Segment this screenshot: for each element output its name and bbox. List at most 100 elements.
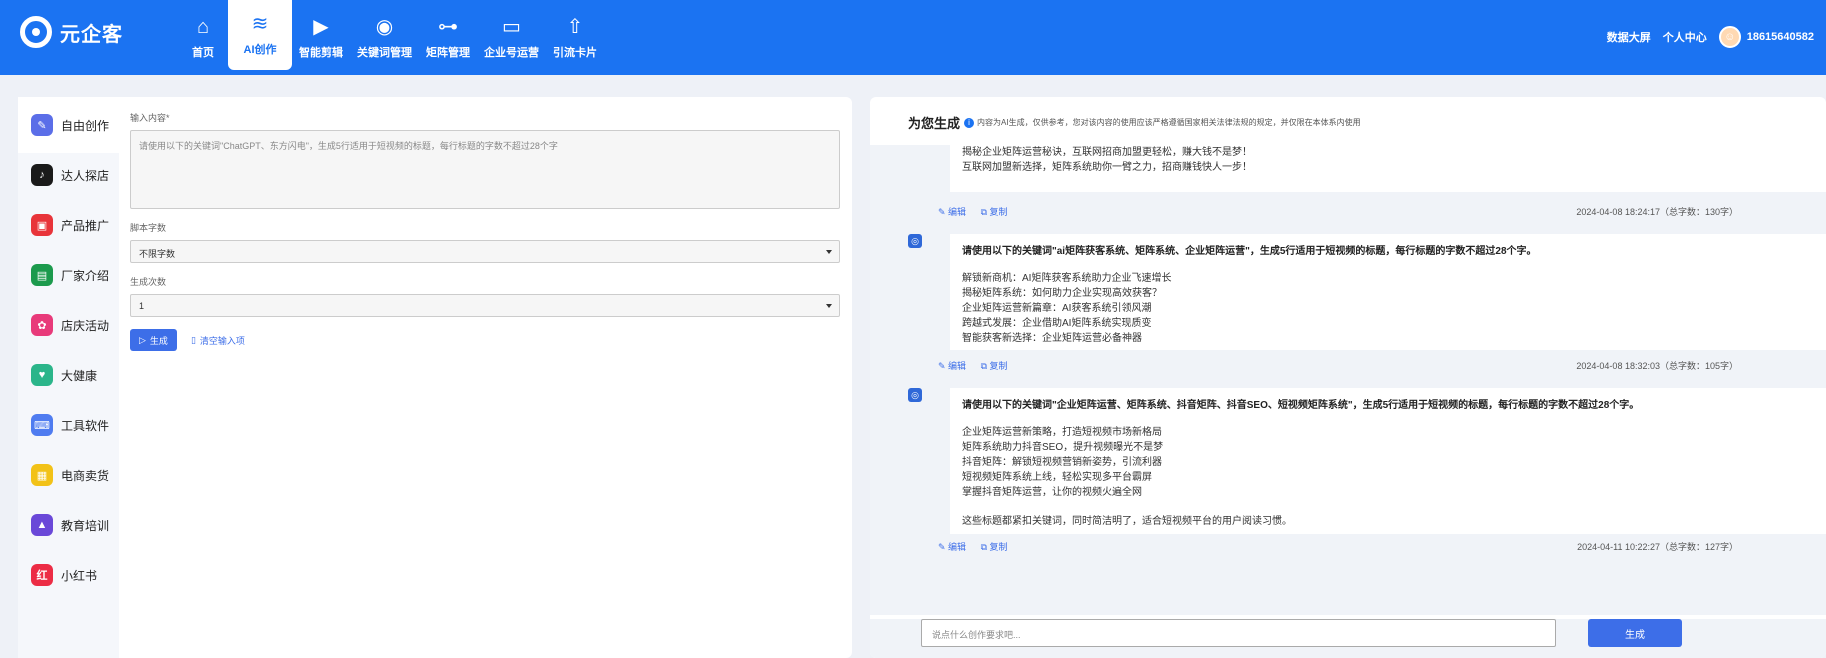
sidebar-item-xiaohongshu[interactable]: 红小红书 [18, 547, 119, 603]
send-icon: ▷ [139, 334, 146, 345]
sidebar-item-influencer[interactable]: ♪ 达人探店 [18, 147, 119, 203]
info-icon: i [964, 117, 975, 128]
edit-button[interactable]: ✎ 编辑 [938, 207, 966, 217]
results-title: 为您生成 [908, 116, 961, 131]
nav-label: 企业号运营 [484, 46, 539, 59]
personal-center-link[interactable]: 个人中心 [1663, 29, 1707, 45]
result-timestamp: 2024-04-08 18:24:17（总字数：130字） [1576, 207, 1738, 217]
sidebar-item-label: 电商卖货 [61, 468, 110, 483]
nav-item-traffic-cards[interactable]: ⇧ 引流卡片 [546, 0, 604, 75]
result-summary: 这些标题都紧扣关键词，同时简洁明了，适合短视频平台的用户阅读习惯。 [962, 516, 1292, 527]
sidebar-item-label: 教育培训 [61, 518, 110, 533]
nav-item-keywords[interactable]: ◉ 关键词管理 [350, 0, 419, 75]
results-panel: 为您生成 i 内容为AI生成，仅供参考，您对该内容的使用应该严格遵循国家相关法律… [870, 97, 1826, 658]
layers-icon: ≋ [251, 13, 269, 35]
brand-logo[interactable]: 元企客 [20, 16, 123, 48]
sidebar-item-label: 店庆活动 [61, 318, 110, 333]
result-line: 企业矩阵运营新策略，打造短视频市场新格局 [962, 427, 1162, 438]
top-right-menu: 数据大屏 个人中心 ☺ 18615640582 [1607, 26, 1826, 48]
result-card: 揭秘企业矩阵运营秘诀，互联网招商加盟更轻松，赚大钱不是梦！ 互联网加盟新选择，矩… [950, 137, 1826, 192]
content-input[interactable]: 请使用以下的关键词"ChatGPT、东方闪电"，生成5行适用于短视频的标题，每行… [130, 130, 840, 209]
trash-icon: ▯ [190, 334, 196, 345]
result-line: 矩阵系统助力抖音SEO，提升视频曝光不是梦 [962, 442, 1164, 453]
sidebar-item-label: 厂家介绍 [61, 268, 110, 283]
script-length-select[interactable]: 不限字数 [130, 240, 840, 263]
nav-item-matrix[interactable]: ⊶ 矩阵管理 [419, 0, 477, 75]
nav-item-smart-edit[interactable]: ▶ 智能剪辑 [292, 0, 350, 75]
nav-label: 引流卡片 [553, 46, 597, 59]
pencil-icon: ✎ [31, 114, 53, 136]
result-meta: ✎ 编辑 ⧉ 复制 2024-04-11 10:22:27（总字数：127字） [938, 540, 1738, 554]
results-disclaimer: 内容为AI生成，仅供参考，您对该内容的使用应该严格遵循国家相关法律法规的规定，并… [977, 118, 1361, 127]
result-question: 请使用以下的关键词"企业矩阵运营、矩阵系统、抖音矩阵、抖音SEO、短视频矩阵系统… [962, 400, 1640, 411]
nav-label: 关键词管理 [357, 46, 412, 59]
sidebar-item-anniversary[interactable]: ✿ 店庆活动 [18, 297, 119, 353]
create-panel: ✎ 自由创作 ♪ 达人探店 ▣ 产品推广 ▤ 厂家介绍 ✿ 店庆活动 ♥ 大健康 ⌨ 工具软件… [18, 97, 852, 658]
clear-inputs-label: 清空输入项 [199, 335, 245, 346]
upload-icon: ⇧ [566, 15, 584, 38]
nav-label: 矩阵管理 [426, 46, 470, 59]
sidebar-item-health[interactable]: ♥ 大健康 [18, 347, 119, 403]
avatar[interactable]: ☺ [1718, 26, 1741, 48]
generate-count-select[interactable]: 1 [130, 294, 840, 317]
chat-input-bar: 说点什么创作要求吧... 生成 [870, 619, 1826, 658]
code-icon: ⌨ [31, 414, 53, 436]
sidebar-item-education[interactable]: ▲ 教育培训 [18, 497, 119, 553]
sidebar-item-factory[interactable]: ▤ 厂家介绍 [18, 247, 119, 303]
result-meta: ✎ 编辑 ⧉ 复制 2024-04-08 18:24:17（总字数：130字） [938, 205, 1738, 219]
result-line: 掌握抖音矩阵运营，让你的视频火遍全网 [962, 487, 1142, 498]
script-length-label: 脚本字数 [130, 223, 167, 233]
sidebar-item-label: 产品推广 [61, 218, 110, 233]
sidebar-item-software[interactable]: ⌨ 工具软件 [18, 397, 119, 453]
sidebar-item-ecommerce[interactable]: ▦ 电商卖货 [18, 447, 119, 503]
category-sidebar: ✎ 自由创作 ♪ 达人探店 ▣ 产品推广 ▤ 厂家介绍 ✿ 店庆活动 ♥ 大健康 ⌨ 工具软件… [18, 97, 119, 658]
brand-name: 元企客 [60, 23, 123, 46]
result-line: 揭秘企业矩阵运营秘诀，互联网招商加盟更轻松，赚大钱不是梦！ [962, 147, 1252, 158]
result-timestamp: 2024-04-11 10:22:27（总字数：127字） [1577, 542, 1738, 552]
generate-button[interactable]: ▷ 生成 [130, 329, 177, 351]
graduation-cap-icon: ▲ [31, 514, 53, 536]
gift-icon: ✿ [31, 314, 53, 336]
copy-button[interactable]: ⧉ 复制 [981, 542, 1008, 552]
user-phone[interactable]: 18615640582 [1747, 31, 1814, 43]
edit-button[interactable]: ✎ 编辑 [938, 361, 966, 371]
edit-button[interactable]: ✎ 编辑 [938, 542, 966, 552]
sidebar-item-product[interactable]: ▣ 产品推广 [18, 197, 119, 253]
nav-item-enterprise-ops[interactable]: ▭ 企业号运营 [477, 0, 546, 75]
nav-label: 首页 [192, 46, 214, 59]
chat-input[interactable]: 说点什么创作要求吧... [921, 619, 1556, 647]
nav-item-home[interactable]: ⌂ 首页 [178, 0, 228, 75]
generate-button-label: 生成 [149, 335, 168, 346]
result-line: 解锁新商机：AI矩阵获客系统助力企业飞速增长 [962, 273, 1172, 284]
xiaohongshu-icon: 红 [31, 564, 53, 586]
result-line: 跨越式发展：企业借助AI矩阵系统实现质变 [962, 318, 1152, 329]
hierarchy-icon: ⊶ [438, 15, 458, 38]
result-line: 抖音矩阵：解锁短视频营销新姿势，引流利器 [962, 457, 1162, 468]
heart-icon: ♥ [31, 364, 53, 386]
chat-generate-button[interactable]: 生成 [1588, 619, 1682, 647]
sidebar-item-label: 达人探店 [61, 168, 110, 183]
nav-label: 智能剪辑 [299, 46, 343, 59]
result-line: 揭秘矩阵系统：如何助力企业实现高效获客？ [962, 288, 1162, 299]
tiktok-icon: ♪ [31, 164, 53, 186]
main-nav: ⌂ 首页 ≋ AI创作 ▶ 智能剪辑 ◉ 关键词管理 ⊶ 矩阵管理 ▭ 企业号运营 ⇧ 引流卡… [178, 0, 604, 75]
dashboard-link[interactable]: 数据大屏 [1607, 29, 1651, 45]
result-line: 短视频矩阵系统上线，轻松实现多平台霸屏 [962, 472, 1152, 483]
result-line: 智能获客新选择：企业矩阵运营必备神器 [962, 333, 1142, 344]
result-timestamp: 2024-04-08 18:32:03（总字数：105字） [1576, 361, 1738, 371]
nav-label: AI创作 [243, 44, 277, 56]
sidebar-item-free-create[interactable]: ✎ 自由创作 [18, 97, 119, 153]
result-card: 请使用以下的关键词"企业矩阵运营、矩阵系统、抖音矩阵、抖音SEO、短视频矩阵系统… [950, 388, 1826, 534]
results-list[interactable]: 揭秘企业矩阵运营秘诀，互联网招商加盟更轻松，赚大钱不是梦！ 互联网加盟新选择，矩… [870, 137, 1826, 615]
clear-inputs-button[interactable]: ▯ 清空输入项 [191, 334, 245, 347]
copy-button[interactable]: ⧉ 复制 [981, 361, 1008, 371]
logo-icon [20, 16, 52, 48]
sidebar-item-label: 大健康 [61, 368, 98, 383]
copy-button[interactable]: ⧉ 复制 [981, 207, 1008, 217]
result-card: 请使用以下的关键词"ai矩阵获客系统、矩阵系统、企业矩阵运营"，生成5行适用于短… [950, 234, 1826, 350]
shop-icon: ▦ [31, 464, 53, 486]
nav-item-ai-create[interactable]: ≋ AI创作 [228, 0, 292, 70]
building-icon: ▤ [31, 264, 53, 286]
top-navbar: 元企客 ⌂ 首页 ≋ AI创作 ▶ 智能剪辑 ◉ 关键词管理 ⊶ 矩阵管理 ▭ 企业号运营 … [0, 0, 1826, 75]
sidebar-item-label: 工具软件 [61, 418, 110, 433]
